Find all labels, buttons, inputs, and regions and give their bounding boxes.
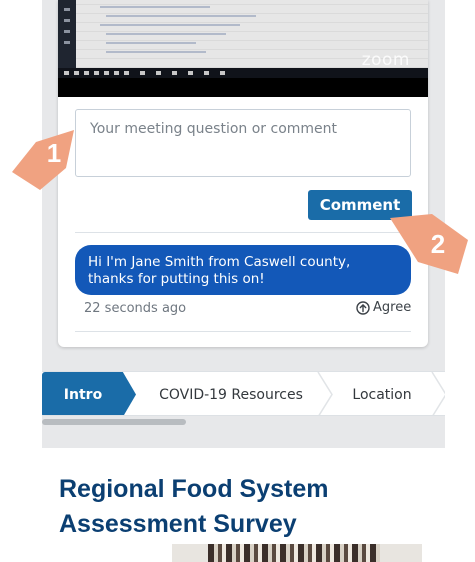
tab-location[interactable]: Location [334,372,430,415]
comment-timestamp: 22 seconds ago [84,301,187,316]
arrow-up-circle-icon [356,300,370,315]
comment-button[interactable]: Comment [308,190,412,220]
video-sidebar [58,0,76,68]
zoom-watermark: zoom [361,50,410,70]
survey-title: Regional Food System Assessment Survey [59,475,329,538]
tab-label: COVID-19 Resources [159,386,303,403]
tab-covid-19-resources[interactable]: COVID-19 Resources [136,372,326,415]
tab-separator [317,372,333,415]
agree-button[interactable]: Agree [356,300,411,315]
comment-bubble: Hi I'm Jane Smith from Caswell county, t… [75,245,411,295]
video-taskbar [58,68,428,78]
meeting-video[interactable]: zoom [58,0,428,97]
tab-separator [431,372,445,415]
page: zoom Comment Hi I'm Jane Smith from Casw… [0,0,475,562]
comment-text: Hi I'm Jane Smith from Caswell county, t… [88,254,351,287]
tabs-scrollbar[interactable] [42,419,186,425]
survey-photo [172,544,422,562]
tab-label: Location [352,386,412,403]
tab-intro[interactable]: Intro [42,372,136,415]
section-tabs: Intro COVID-19 Resources Location [42,371,445,416]
agree-label: Agree [373,300,412,315]
divider [75,232,411,233]
comment-input[interactable] [75,109,411,177]
tab-label: Intro [63,386,103,403]
divider [75,331,411,332]
